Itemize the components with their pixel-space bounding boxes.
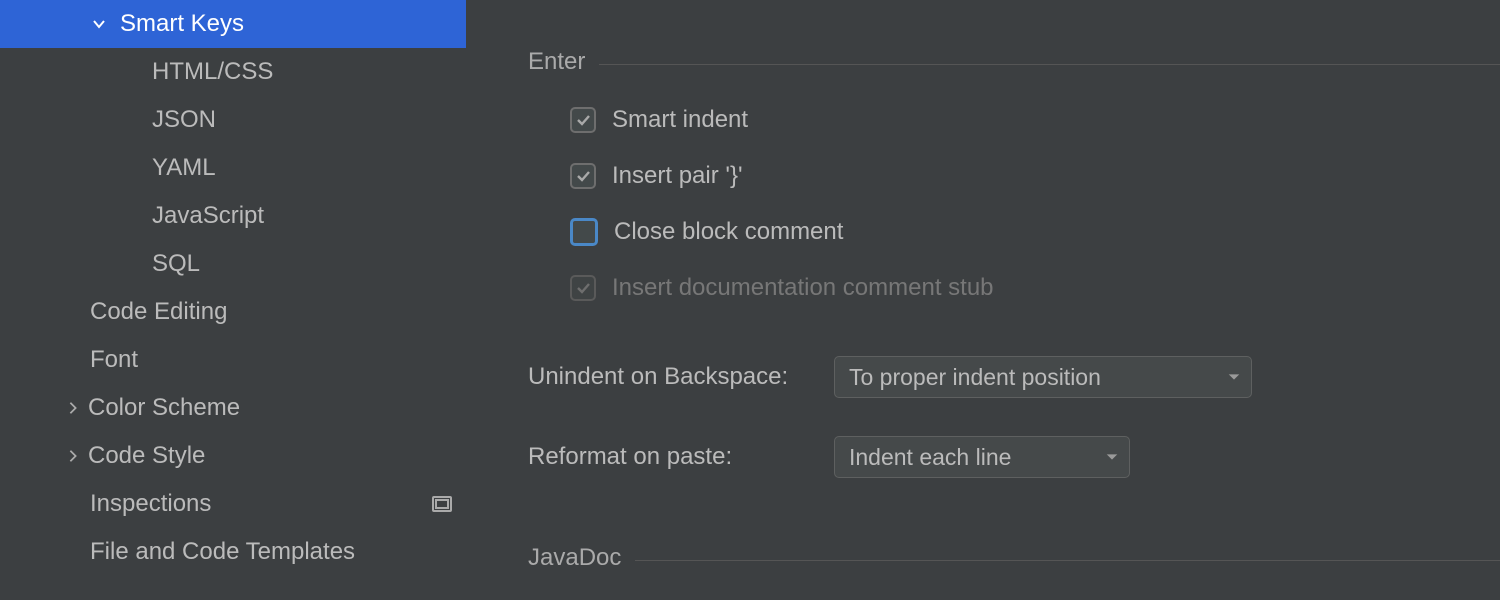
select-value: To proper indent position (849, 364, 1101, 391)
select-reformat-paste[interactable]: Indent each line (834, 436, 1130, 478)
form-label: Reformat on paste: (528, 443, 834, 471)
chevron-down-icon (1227, 370, 1241, 384)
option-label: Insert documentation comment stub (612, 274, 994, 302)
sidebar-item-smart-keys[interactable]: Smart Keys (0, 0, 466, 48)
chevron-down-icon (84, 16, 114, 32)
sidebar-item-label: Code Style (88, 442, 205, 470)
sidebar-item-code-editing[interactable]: Code Editing (0, 288, 466, 336)
profile-badge-icon (432, 496, 452, 512)
sidebar-item-inspections[interactable]: Inspections (0, 480, 466, 528)
sidebar-item-label: HTML/CSS (152, 58, 273, 86)
section-header-enter: Enter (528, 48, 1500, 76)
sidebar-item-label: JavaScript (152, 202, 264, 230)
settings-sidebar: Smart Keys HTML/CSS JSON YAML JavaScript… (0, 0, 466, 600)
option-close-block-comment[interactable]: Close block comment (570, 218, 1500, 246)
sidebar-item-label: Color Scheme (88, 394, 240, 422)
sidebar-item-file-templates[interactable]: File and Code Templates (0, 528, 466, 576)
select-unindent-backspace[interactable]: To proper indent position (834, 356, 1252, 398)
row-reformat-paste: Reformat on paste: Indent each line (528, 436, 1500, 478)
option-insert-pair-brace[interactable]: Insert pair '}' (570, 162, 1500, 190)
checkbox[interactable] (570, 163, 596, 189)
sidebar-item-label: SQL (152, 250, 200, 278)
checkbox[interactable] (570, 107, 596, 133)
select-value: Indent each line (849, 444, 1011, 471)
chevron-down-icon (1105, 450, 1119, 464)
option-label: Smart indent (612, 106, 748, 134)
sidebar-item-color-scheme[interactable]: Color Scheme (0, 384, 466, 432)
sidebar-item-font[interactable]: Font (0, 336, 466, 384)
divider (635, 560, 1500, 561)
row-unindent-backspace: Unindent on Backspace: To proper indent … (528, 356, 1500, 398)
checkbox (570, 275, 596, 301)
settings-panel: Enter Smart indent Insert pair '}' C (466, 0, 1500, 600)
enter-options: Smart indent Insert pair '}' Close block… (570, 106, 1500, 302)
form-rows: Unindent on Backspace: To proper indent … (528, 356, 1500, 478)
sidebar-item-code-style[interactable]: Code Style (0, 432, 466, 480)
section-header-javadoc: JavaDoc (528, 544, 1500, 572)
sidebar-item-label: Code Editing (90, 298, 227, 326)
option-smart-indent[interactable]: Smart indent (570, 106, 1500, 134)
sidebar-item-sql[interactable]: SQL (0, 240, 466, 288)
chevron-right-icon (58, 401, 88, 415)
sidebar-item-label: Font (90, 346, 138, 374)
sidebar-item-label: Smart Keys (120, 10, 244, 38)
sidebar-item-label: Inspections (90, 490, 211, 518)
sidebar-item-yaml[interactable]: YAML (0, 144, 466, 192)
section-title: JavaDoc (528, 544, 621, 572)
option-insert-doc-stub: Insert documentation comment stub (570, 274, 1500, 302)
sidebar-item-html-css[interactable]: HTML/CSS (0, 48, 466, 96)
chevron-right-icon (58, 449, 88, 463)
option-label: Close block comment (614, 218, 843, 246)
sidebar-item-json[interactable]: JSON (0, 96, 466, 144)
sidebar-item-label: File and Code Templates (90, 538, 355, 566)
divider (599, 64, 1500, 65)
sidebar-item-label: YAML (152, 154, 216, 182)
sidebar-item-label: JSON (152, 106, 216, 134)
section-title: Enter (528, 48, 585, 76)
checkbox[interactable] (570, 218, 598, 246)
form-label: Unindent on Backspace: (528, 363, 834, 391)
option-label: Insert pair '}' (612, 162, 743, 190)
sidebar-item-javascript[interactable]: JavaScript (0, 192, 466, 240)
